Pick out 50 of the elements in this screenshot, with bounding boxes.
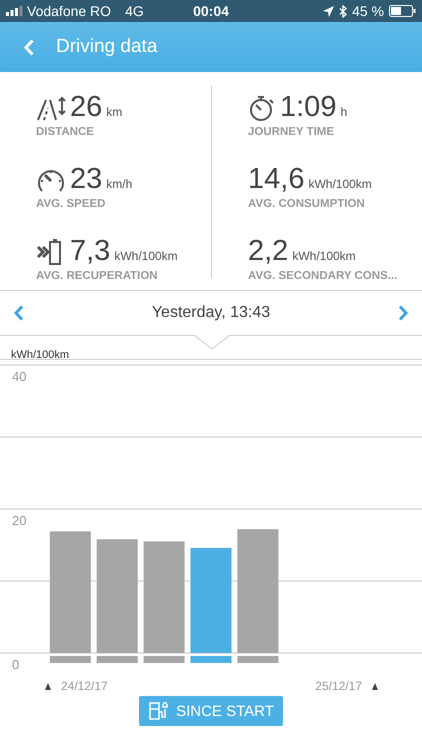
- stat-unit: km: [106, 105, 122, 119]
- screen-title: Driving data: [56, 36, 158, 58]
- stat-unit: h: [340, 105, 348, 119]
- network-type: 4G: [125, 3, 144, 19]
- location-icon: [323, 6, 334, 16]
- battery-icon: [389, 5, 416, 17]
- marker-icon: [45, 682, 51, 690]
- bar[interactable]: [96, 539, 138, 653]
- stat-unit: kWh/100km: [114, 249, 178, 263]
- bar[interactable]: [50, 531, 91, 653]
- stat-unit: km/h: [106, 177, 132, 191]
- stat-value: 2,2: [248, 237, 288, 266]
- axis-tick-label: 40: [12, 369, 26, 384]
- previous-button[interactable]: [14, 305, 24, 321]
- battery-percent: 45 %: [352, 3, 384, 19]
- stat-unit: kWh/100km: [292, 249, 356, 263]
- axis-unit-label: kWh/100km: [0, 336, 422, 360]
- axis-tick-label: 0: [12, 657, 20, 672]
- stat-value: 14,6: [248, 165, 304, 194]
- stat-value: 23: [70, 165, 102, 194]
- bar[interactable]: [144, 541, 185, 653]
- stat-unit: kWh/100km: [308, 177, 372, 191]
- carrier-name: Vodafone RO: [27, 3, 112, 19]
- stat-label: AVG. SPEED: [36, 198, 106, 210]
- road-icon: [36, 96, 66, 122]
- trip-date: Yesterday, 13:43: [152, 304, 270, 322]
- start-date: 24/12/17: [61, 679, 108, 693]
- back-icon: [24, 38, 34, 56]
- since-start-button[interactable]: SINCE START: [139, 696, 283, 726]
- end-date: 25/12/17: [315, 679, 362, 693]
- signal-icon: [6, 6, 24, 16]
- bar[interactable]: [190, 548, 232, 653]
- marker-icon: [372, 682, 378, 690]
- bluetooth-icon: [339, 4, 348, 18]
- stat-label: AVG. RECUPERATION: [36, 270, 159, 282]
- stat-label: DISTANCE: [36, 126, 95, 138]
- clock-time: 00:04: [193, 3, 229, 19]
- stat-label: JOURNEY TIME: [248, 126, 336, 138]
- charging-station-icon: [148, 701, 168, 721]
- bar[interactable]: [237, 529, 278, 653]
- stat-label: AVG. SECONDARY CONS...: [248, 270, 398, 282]
- stopwatch-icon: [248, 94, 276, 122]
- previous-icon: [14, 305, 24, 321]
- next-icon: [398, 305, 408, 321]
- axis-tick-label: 20: [12, 513, 26, 528]
- next-button[interactable]: [398, 305, 408, 321]
- stat-value: 7,3: [70, 237, 110, 266]
- stat-value: 26: [70, 93, 102, 122]
- stat-label: AVG. CONSUMPTION: [248, 198, 366, 210]
- stat-value: 1:09: [280, 93, 336, 122]
